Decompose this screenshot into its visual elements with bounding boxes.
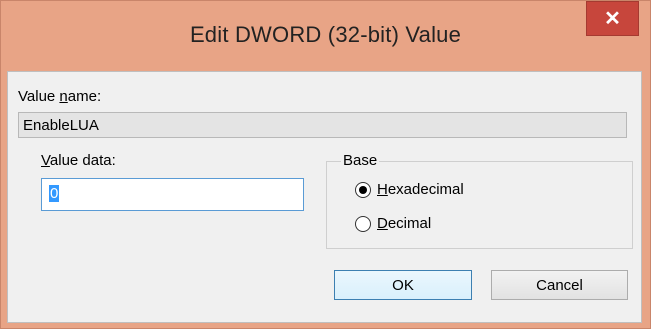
window-title: Edit DWORD (32-bit) Value [189,22,462,47]
value-name-field: EnableLUA [18,112,627,138]
value-data-input[interactable]: 0 [41,178,304,211]
hexadecimal-label[interactable]: Hexadecimal [377,181,464,198]
value-name-label: Value name: [18,88,102,105]
radio-selected-dot [359,186,367,194]
cancel-button[interactable]: Cancel [491,270,628,300]
close-button[interactable]: ✕ [586,1,639,36]
close-icon: ✕ [604,8,621,30]
hexadecimal-radio[interactable] [355,182,371,198]
base-groupbox [326,161,633,249]
edit-dword-dialog: Edit DWORD (32-bit) Value ✕ Value name: … [0,0,651,329]
base-group-label: Base [341,152,380,169]
decimal-radio[interactable] [355,216,371,232]
ok-button[interactable]: OK [334,270,472,300]
decimal-label[interactable]: Decimal [377,215,431,232]
value-data-label: Value data: [41,152,116,169]
title-bar[interactable]: Edit DWORD (32-bit) Value ✕ [0,0,651,70]
value-data-text: 0 [49,185,60,202]
